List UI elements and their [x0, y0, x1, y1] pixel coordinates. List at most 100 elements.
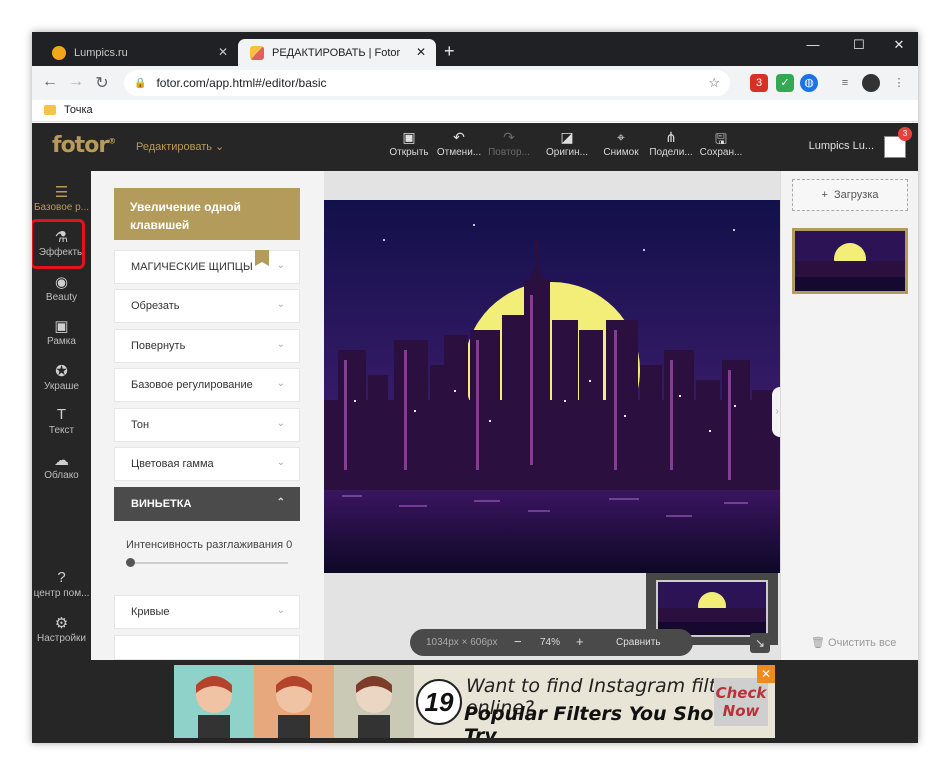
tab-fotor[interactable]: РЕДАКТИРОВАТЬ | Fotor ✕ — [238, 39, 436, 66]
save-button[interactable]: 🖫 Сохран... — [696, 129, 746, 158]
media-control-icon[interactable]: ≡ — [836, 74, 854, 92]
premium-flag-icon — [255, 250, 269, 266]
bookmark-star-icon[interactable]: ☆ — [708, 75, 720, 91]
redo-button[interactable]: ↷ Повтор... — [484, 129, 534, 158]
frame-icon: ▣ — [54, 318, 69, 335]
zoom-level: 74% — [540, 637, 561, 648]
user-name[interactable]: Lumpics Lu... — [809, 140, 874, 152]
slider-handle[interactable] — [126, 558, 135, 567]
nav-basic[interactable]: ☰ Базовое р... — [32, 183, 91, 213]
globe-extension-icon[interactable]: ◍ — [800, 74, 818, 92]
bookmark-item[interactable]: Точка — [64, 104, 93, 116]
snapshot-icon: ⌖ — [617, 129, 625, 145]
original-button[interactable]: ◪ Оригин... — [542, 129, 592, 158]
nav-settings[interactable]: ⚙ Настройки — [32, 614, 91, 644]
nav-decorations[interactable]: ✪ Украше — [32, 362, 91, 392]
forward-button[interactable]: → — [66, 73, 86, 91]
nav-text[interactable]: T Текст — [32, 406, 91, 436]
zoom-in-button[interactable]: + — [576, 634, 584, 649]
mode-dropdown[interactable]: Редактировать ⌄ — [136, 140, 224, 153]
ad-number: 19 — [416, 679, 462, 725]
ad-bar: 19 Want to find Instagram filters online… — [32, 660, 918, 743]
undo-icon: ↶ — [453, 129, 465, 145]
ad-cta-button[interactable]: Check Now — [714, 678, 768, 726]
tab-title: РЕДАКТИРОВАТЬ | Fotor — [272, 46, 401, 59]
chevron-down-icon: ⌄ — [276, 605, 285, 616]
expand-navigator-icon[interactable]: ↘ — [750, 633, 770, 653]
section-basic-adjust[interactable]: Базовое регулирование ⌄ — [114, 368, 300, 402]
zoom-bar: 1034px × 606px − 74% + Сравнить — [410, 629, 693, 656]
extension-badge: 3 — [755, 77, 763, 89]
chevron-down-icon: ⌄ — [276, 299, 285, 310]
reload-button[interactable]: ↻ — [92, 73, 112, 93]
nav-help[interactable]: ? центр пом... — [32, 569, 91, 599]
snapshot-button[interactable]: ⌖ Снимок — [596, 129, 646, 158]
tab-strip: Lumpics.ru ✕ РЕДАКТИРОВАТЬ | Fotor ✕ + —… — [32, 32, 918, 66]
text-icon: T — [56, 406, 67, 423]
share-button[interactable]: ⋔ Подели... — [646, 129, 696, 158]
fotor-header: fotor® Редактировать ⌄ ▣ Открыть ↶ Отмени.… — [32, 123, 918, 171]
cloud-icon: ☁ — [54, 452, 69, 469]
back-button[interactable]: ← — [40, 73, 60, 91]
url-text: fotor.com/app.html#/editor/basic — [156, 76, 327, 90]
nav-frame[interactable]: ▣ Рамка — [32, 317, 91, 347]
section-crop[interactable]: Обрезать ⌄ — [114, 289, 300, 323]
section-magic-tweezers[interactable]: МАГИЧЕСКИЕ ЩИПЦЫ ⌄ — [114, 250, 300, 284]
section-color[interactable]: Цветовая гамма ⌄ — [114, 447, 300, 481]
section-next[interactable] — [114, 635, 300, 660]
fotor-logo[interactable]: fotor® — [52, 133, 116, 158]
new-tab-button[interactable]: + — [444, 41, 455, 62]
nav-beauty[interactable]: ◉ Beauty — [32, 273, 91, 303]
section-rotate[interactable]: Повернуть ⌄ — [114, 329, 300, 363]
redo-icon: ↷ — [503, 129, 515, 145]
chevron-down-icon: ⌄ — [276, 418, 285, 429]
chevron-up-icon: ⌃ — [276, 497, 285, 508]
section-tone[interactable]: Тон ⌄ — [114, 408, 300, 442]
zoom-out-button[interactable]: − — [514, 634, 522, 649]
fotor-favicon-icon — [250, 45, 264, 60]
browser-window: Lumpics.ru ✕ РЕДАКТИРОВАТЬ | Fotor ✕ + —… — [32, 32, 918, 743]
city-photo[interactable] — [324, 200, 780, 573]
profile-avatar[interactable] — [862, 74, 880, 92]
open-image-icon: ▣ — [402, 129, 416, 145]
ad-close-icon[interactable]: ✕ — [757, 665, 775, 683]
help-icon: ? — [57, 569, 66, 586]
one-click-enhance-button[interactable]: Увеличение одной клавишей — [114, 188, 300, 240]
nav-cloud[interactable]: ☁ Облако — [32, 451, 91, 481]
section-vignette[interactable]: ВИНЬЕТКА ⌃ — [114, 487, 300, 521]
smoothing-label: Интенсивность разглаживания 0 — [126, 539, 293, 551]
tab-title: Lumpics.ru — [74, 46, 128, 59]
smoothing-slider[interactable] — [130, 562, 288, 564]
right-panel: + Загрузка 🗑 Очистить все — [780, 171, 918, 660]
image-size: 1034px × 606px — [426, 637, 498, 648]
share-icon: ⋔ — [665, 129, 677, 145]
chevron-down-icon: ⌄ — [276, 378, 285, 389]
tab-lumpics[interactable]: Lumpics.ru ✕ — [40, 39, 238, 66]
extension-icon[interactable]: 3 — [750, 74, 768, 92]
checkmark-extension-icon[interactable]: ✓ — [776, 74, 794, 92]
clear-all-button[interactable]: 🗑 Очистить все — [811, 636, 896, 649]
compare-button[interactable]: Сравнить — [616, 637, 661, 648]
close-tab-icon[interactable]: ✕ — [416, 45, 426, 59]
chevron-down-icon: ⌄ — [276, 457, 285, 468]
minimize-button[interactable]: — — [798, 37, 828, 52]
image-thumbnail[interactable] — [792, 228, 908, 294]
open-button[interactable]: ▣ Открыть — [384, 129, 434, 158]
section-curves[interactable]: Кривые ⌄ — [114, 595, 300, 629]
gear-icon: ⚙ — [54, 615, 69, 632]
close-tab-icon[interactable]: ✕ — [218, 45, 228, 59]
ad-banner[interactable]: 19 Want to find Instagram filters online… — [174, 665, 775, 738]
browser-toolbar: ← → ↻ 🔒 fotor.com/app.html#/editor/basic… — [32, 66, 918, 100]
left-nav: ☰ Базовое р... ⚗ Эффекты ◉ Beauty ▣ Рамка ✪ У… — [32, 171, 91, 660]
upload-button[interactable]: + Загрузка — [792, 179, 908, 211]
chevron-down-icon: ⌄ — [276, 339, 285, 350]
original-image-icon: ◪ — [560, 129, 574, 145]
undo-button[interactable]: ↶ Отмени... — [434, 129, 484, 158]
highlight-box — [32, 219, 85, 269]
address-bar[interactable]: 🔒 fotor.com/app.html#/editor/basic ☆ — [124, 70, 730, 96]
close-window-button[interactable]: ✕ — [884, 37, 914, 53]
menu-kebab-icon[interactable]: ⋮ — [890, 74, 908, 92]
sliders-icon: ☰ — [54, 184, 69, 201]
maximize-button[interactable]: ☐ — [844, 37, 874, 53]
ad-portraits-image — [174, 665, 414, 738]
